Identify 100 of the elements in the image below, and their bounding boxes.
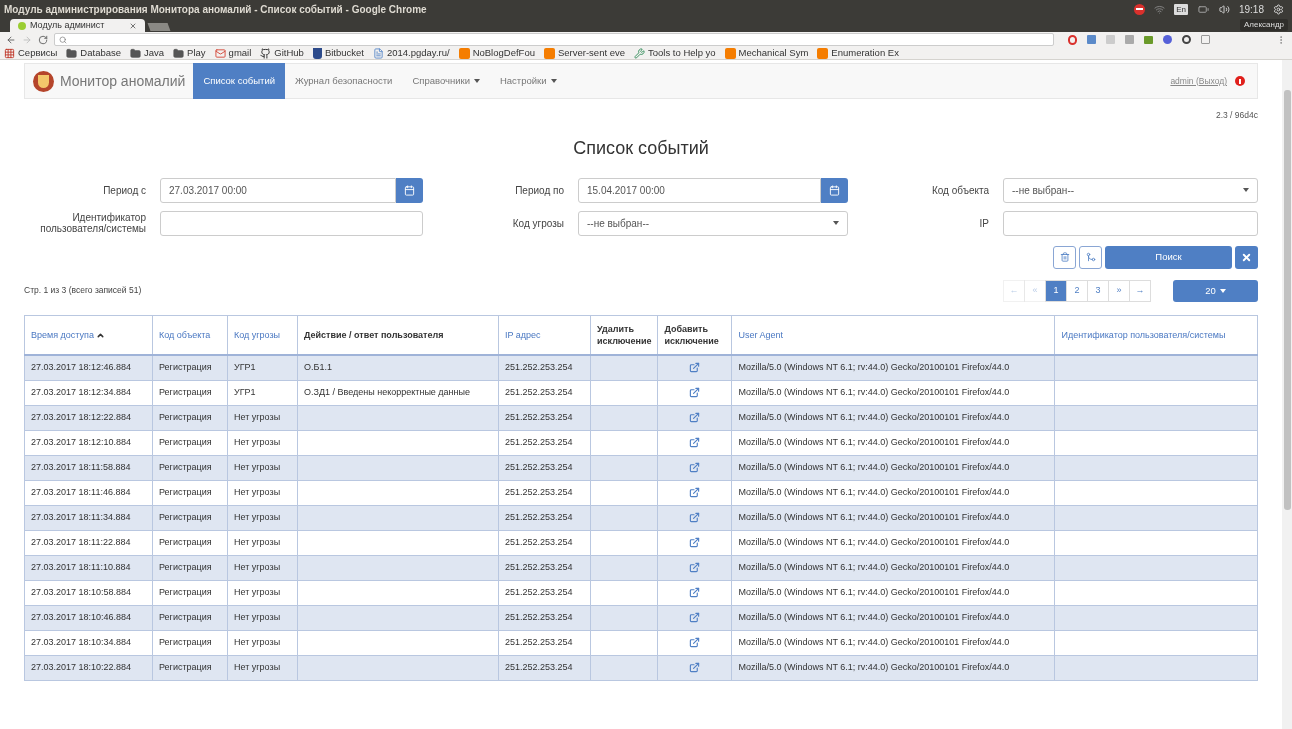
table-cell: 27.03.2017 18:10:46.884	[24, 605, 153, 631]
bookmark[interactable]: Play	[173, 47, 206, 59]
table-cell: Регистрация	[152, 505, 228, 531]
add-exception-icon[interactable]	[689, 487, 701, 499]
back-icon[interactable]	[6, 34, 16, 45]
bookmark[interactable]: Server-sent eve	[543, 47, 625, 59]
table-cell: 251.252.253.254	[498, 430, 591, 456]
select-field[interactable]: --не выбран--	[578, 210, 848, 236]
add-exception-icon[interactable]	[689, 387, 701, 399]
table-cell: 27.03.2017 18:10:22.884	[24, 655, 153, 681]
column-header: Удалить исключение	[590, 315, 658, 356]
calendar-button[interactable]	[821, 177, 848, 203]
merge-button[interactable]	[1079, 245, 1102, 269]
table-cell: 27.03.2017 18:10:58.884	[24, 580, 153, 606]
delete-button[interactable]	[1053, 245, 1076, 269]
records-summary: Стр. 1 из 3 (всего записей 51)	[24, 284, 142, 298]
add-exception-icon[interactable]	[689, 462, 701, 474]
calendar-button[interactable]	[396, 177, 423, 203]
table-cell: Нет угрозы	[227, 655, 298, 681]
add-exception-icon[interactable]	[689, 512, 701, 524]
add-exception-icon[interactable]	[689, 637, 701, 649]
add-exception-icon[interactable]	[689, 537, 701, 549]
add-exception-icon[interactable]	[689, 562, 701, 574]
table-cell: Mozilla/5.0 (Windows NT 6.1; rv:44.0) Gecko/20100101 Firefox/44.0	[731, 380, 1055, 406]
column-header[interactable]: Время доступа	[24, 315, 153, 356]
field-label: Идентификатор пользователя/системы	[39, 212, 146, 235]
mail-icon	[214, 47, 226, 59]
clear-button[interactable]	[1235, 245, 1258, 269]
page-button[interactable]: 3	[1087, 279, 1109, 302]
bookmark[interactable]: Tools to Help yo	[634, 47, 716, 59]
table-cell: Регистрация	[152, 580, 228, 606]
folder-icon	[66, 47, 78, 59]
nav-tab[interactable]: Настройки	[489, 63, 567, 99]
alert-icon	[1235, 76, 1245, 86]
table-cell: Mozilla/5.0 (Windows NT 6.1; rv:44.0) Gecko/20100101 Firefox/44.0	[731, 455, 1055, 481]
caret-icon	[1243, 188, 1249, 193]
reload-icon[interactable]	[38, 34, 48, 45]
brand-name: Монитор аномалий	[60, 71, 186, 91]
search-button[interactable]: Поиск	[1105, 245, 1232, 269]
bookmark[interactable]: Bitbucket	[312, 47, 364, 59]
table-cell: 251.252.253.254	[498, 505, 591, 531]
table-cell: УГР1	[227, 355, 298, 381]
extension-icon[interactable]	[1163, 35, 1172, 44]
opera-icon[interactable]	[1068, 34, 1077, 45]
no-entry-icon	[1134, 3, 1146, 15]
select-field[interactable]: --не выбран--	[1003, 177, 1258, 203]
nav-tab[interactable]: Список событий	[193, 63, 286, 99]
trash-icon	[1059, 252, 1070, 263]
add-exception-icon[interactable]	[689, 612, 701, 624]
browser-tab[interactable]: Модуль админист	[10, 19, 145, 32]
table-cell: О.ЗД1 / Введены некорректные данные	[297, 380, 499, 406]
table-cell: 251.252.253.254	[498, 355, 591, 381]
bookmark[interactable]: GitHub	[260, 47, 304, 59]
bookmark[interactable]: Mechanical Sym	[724, 47, 809, 59]
page-button[interactable]: »	[1108, 279, 1130, 302]
window-title: Модуль администрирования Монитора аномалий - Список событий - Google Chrome	[4, 2, 427, 17]
scrollbar-thumb[interactable]	[1283, 90, 1291, 510]
bookmark[interactable]: Enumeration Ex	[817, 47, 899, 59]
text-field[interactable]	[1003, 210, 1258, 236]
table-cell: 251.252.253.254	[498, 605, 591, 631]
bookmark[interactable]: Сервисы	[4, 47, 58, 59]
text-field[interactable]	[160, 210, 423, 236]
column-header[interactable]: User Agent	[731, 315, 1055, 356]
bookmark[interactable]: Database	[66, 47, 122, 59]
add-exception-icon[interactable]	[689, 362, 701, 374]
table-cell: 27.03.2017 18:12:34.884	[24, 380, 153, 406]
add-exception-icon[interactable]	[689, 412, 701, 424]
nav-tab[interactable]: Справочники	[402, 63, 490, 99]
bookmark[interactable]: Java	[130, 47, 165, 59]
bookmark[interactable]: NoBlogDefFou	[458, 47, 535, 59]
calendar-icon	[829, 184, 840, 196]
column-header[interactable]: Код угрозы	[227, 315, 298, 356]
extension-icon[interactable]	[1182, 35, 1191, 44]
column-header[interactable]: IP адрес	[498, 315, 591, 356]
column-header: Добавить исключение	[657, 315, 732, 356]
bookmark[interactable]: 2014.pgday.ru/	[372, 47, 450, 59]
add-exception-icon[interactable]	[689, 587, 701, 599]
nav-tab[interactable]: Журнал безопасности	[285, 63, 403, 99]
blog-icon	[724, 47, 736, 59]
bookmark[interactable]: gmail	[214, 47, 252, 59]
page-button[interactable]: 2	[1066, 279, 1088, 302]
add-exception-icon[interactable]	[689, 437, 701, 449]
shield-logo-icon	[33, 70, 54, 92]
date-field[interactable]: 27.03.2017 00:00	[160, 177, 396, 203]
page-button[interactable]: 1	[1045, 279, 1067, 302]
table-cell: Mozilla/5.0 (Windows NT 6.1; rv:44.0) Gecko/20100101 Firefox/44.0	[731, 555, 1055, 581]
caret-icon	[1219, 288, 1226, 293]
new-tab-button[interactable]	[147, 23, 171, 31]
page-size-button[interactable]: 20	[1173, 279, 1258, 302]
folder-icon	[130, 47, 142, 59]
table-cell: 251.252.253.254	[498, 405, 591, 431]
table-cell: Регистрация	[152, 480, 228, 506]
table-cell: Mozilla/5.0 (Windows NT 6.1; rv:44.0) Gecko/20100101 Firefox/44.0	[731, 630, 1055, 656]
page-button[interactable]: →	[1129, 279, 1151, 302]
table-cell: 251.252.253.254	[498, 580, 591, 606]
column-header[interactable]: Код объекта	[152, 315, 228, 356]
add-exception-icon[interactable]	[689, 662, 701, 674]
column-header[interactable]: Идентификатор пользователя/системы	[1054, 315, 1258, 356]
logout-link[interactable]: admin (Выход)	[1170, 74, 1227, 88]
date-field[interactable]: 15.04.2017 00:00	[578, 177, 821, 203]
